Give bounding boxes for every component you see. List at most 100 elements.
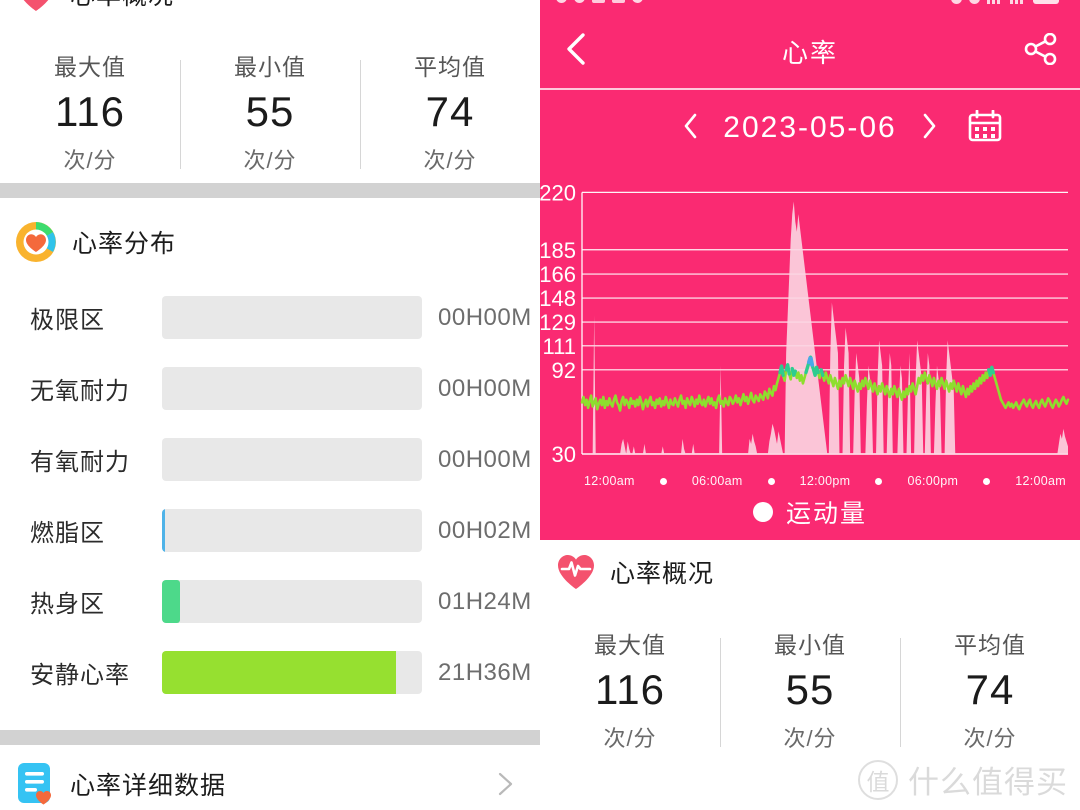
stat-avg-unit: 次/分 bbox=[423, 147, 477, 173]
distribution-row: 有氧耐力 00H00M bbox=[0, 424, 540, 495]
zone-bar-track bbox=[162, 580, 422, 623]
right-summary-stats: 最大值 116 次/分 最小值 55 次/分 平均值 74 次/分 bbox=[540, 622, 1080, 763]
zone-duration: 00H00M bbox=[438, 303, 532, 331]
right-summary-header: 心率概况 bbox=[540, 552, 1080, 592]
svg-text:92: 92 bbox=[552, 358, 576, 383]
zone-duration: 21H36M bbox=[438, 658, 532, 686]
donut-chart-icon bbox=[14, 220, 58, 264]
heart-rate-detail-row[interactable]: 心率详细数据 bbox=[0, 745, 540, 810]
stat-avg-label: 平均值 bbox=[954, 632, 1026, 658]
stat-min-label: 最小值 bbox=[234, 54, 306, 80]
zone-duration: 00H00M bbox=[438, 445, 532, 473]
zone-duration: 01H24M bbox=[438, 587, 532, 615]
notification-icon bbox=[574, 0, 585, 3]
app-icon bbox=[632, 0, 643, 3]
zone-label: 热身区 bbox=[30, 591, 105, 618]
heart-pulse-icon bbox=[16, 0, 56, 14]
stat-avg: 平均值 74 次/分 bbox=[360, 44, 540, 185]
distribution-row: 燃脂区 00H02M bbox=[0, 495, 540, 566]
screenshot-root: 心率概况 最大值 116 次/分 最小值 55 次/分 平均值 74 次/分 bbox=[0, 0, 1080, 810]
heart-rate-chart-svg: 30 92111129148166185 220 bbox=[540, 180, 1070, 466]
right-panel: 心率 2023-05-06 30 92 111 129 148 166 185 … bbox=[540, 0, 1080, 810]
stat-max-unit: 次/分 bbox=[63, 147, 117, 173]
x-axis-dot bbox=[743, 477, 800, 485]
heart-pulse-icon bbox=[556, 552, 596, 592]
watermark-text: 什么值得买 bbox=[908, 765, 1068, 800]
app-icon bbox=[612, 0, 625, 3]
chart-legend: 运动量 bbox=[540, 496, 1080, 540]
status-bar-left-icons bbox=[556, 0, 643, 3]
x-tick-label: 12:00am bbox=[584, 474, 635, 488]
zone-bar-fill bbox=[162, 509, 166, 552]
chevron-right-icon[interactable] bbox=[492, 771, 518, 797]
stat-avg-label: 平均值 bbox=[414, 54, 486, 80]
chart-x-axis: 12:00am 06:00am 12:00pm 06:00pm 12:00am bbox=[540, 466, 1080, 496]
left-summary-stats: 最大值 116 次/分 最小值 55 次/分 平均值 74 次/分 bbox=[0, 44, 540, 185]
stat-max-unit: 次/分 bbox=[603, 725, 657, 751]
zone-bar-fill bbox=[162, 651, 396, 694]
stat-min-unit: 次/分 bbox=[783, 725, 837, 751]
x-tick-label: 06:00am bbox=[691, 474, 743, 488]
x-axis-dot bbox=[635, 477, 692, 485]
stat-avg-value: 74 bbox=[425, 88, 475, 135]
zone-bar-track bbox=[162, 509, 422, 552]
svg-text:30: 30 bbox=[552, 442, 576, 466]
svg-text:220: 220 bbox=[540, 180, 576, 205]
stat-max-value: 116 bbox=[55, 88, 125, 135]
heart-rate-chart[interactable]: 30 92 111 129 148 166 185 220 bbox=[540, 166, 1080, 466]
stat-min-value: 55 bbox=[245, 88, 295, 135]
zone-label: 无氧耐力 bbox=[30, 378, 130, 405]
heart-rate-detail-label: 心率详细数据 bbox=[70, 771, 227, 800]
distribution-row: 极限区 00H00M bbox=[0, 282, 540, 353]
status-bar-right-icons bbox=[951, 0, 1066, 4]
distribution-section: 心率分布 极限区 00H00M 无氧耐力 00H00M 有氧耐力 00H00M … bbox=[0, 198, 540, 718]
x-axis-dot bbox=[958, 477, 1015, 485]
back-button[interactable] bbox=[562, 32, 592, 71]
stat-max-label: 最大值 bbox=[54, 54, 126, 80]
x-tick-label: 12:00pm bbox=[799, 474, 851, 488]
distribution-row: 安静心率 21H36M bbox=[0, 637, 540, 708]
stat-min: 最小值 55 次/分 bbox=[180, 44, 360, 185]
wifi-icon bbox=[969, 0, 980, 4]
zone-label: 燃脂区 bbox=[30, 520, 105, 547]
zone-duration: 00H02M bbox=[438, 516, 532, 544]
signal-icon bbox=[987, 0, 1003, 4]
svg-text:148: 148 bbox=[540, 286, 576, 311]
svg-text:166: 166 bbox=[540, 262, 576, 287]
stat-max-label: 最大值 bbox=[594, 632, 666, 658]
distribution-rows: 极限区 00H00M 无氧耐力 00H00M 有氧耐力 00H00M 燃脂区 0… bbox=[0, 282, 540, 708]
current-date-label: 2023-05-06 bbox=[723, 111, 897, 144]
next-day-button[interactable] bbox=[919, 112, 939, 145]
distribution-row: 无氧耐力 00H00M bbox=[0, 353, 540, 424]
distribution-title: 心率分布 bbox=[72, 230, 177, 258]
svg-text:129: 129 bbox=[540, 310, 576, 335]
x-tick-label: 12:00am bbox=[1015, 474, 1066, 488]
stat-avg-value: 74 bbox=[965, 666, 1015, 713]
left-summary-header: 心率概况 bbox=[0, 0, 540, 14]
stat-max-value: 116 bbox=[595, 666, 665, 713]
calendar-icon[interactable] bbox=[968, 109, 1002, 147]
left-panel: 心率概况 最大值 116 次/分 最小值 55 次/分 平均值 74 次/分 bbox=[0, 0, 540, 810]
distribution-row: 热身区 01H24M bbox=[0, 566, 540, 637]
right-summary-title: 心率概况 bbox=[610, 560, 715, 588]
section-divider-band-2 bbox=[0, 730, 540, 745]
nav-bar: 心率 bbox=[540, 14, 1080, 90]
section-divider-band bbox=[0, 183, 540, 198]
zone-bar-track bbox=[162, 296, 422, 339]
legend-label: 运动量 bbox=[785, 500, 867, 528]
previous-day-button[interactable] bbox=[681, 112, 701, 145]
watermark-logo-icon: 值 bbox=[858, 759, 898, 800]
nav-title: 心率 bbox=[781, 37, 838, 68]
stat-min-value: 55 bbox=[785, 666, 835, 713]
document-heart-icon bbox=[16, 761, 56, 807]
svg-text:185: 185 bbox=[540, 238, 576, 263]
status-bar bbox=[540, 0, 1080, 14]
zone-label: 极限区 bbox=[30, 307, 105, 334]
legend-marker-icon bbox=[752, 502, 773, 522]
stat-avg: 平均值 74 次/分 bbox=[900, 622, 1080, 763]
right-summary-section: 心率概况 最大值 116 次/分 最小值 55 次/分 平均值 74 次/分 bbox=[540, 540, 1080, 763]
notification-icon bbox=[556, 0, 567, 3]
share-icon[interactable] bbox=[1024, 32, 1058, 70]
stat-min: 最小值 55 次/分 bbox=[720, 622, 900, 763]
zone-bar-track bbox=[162, 438, 422, 481]
